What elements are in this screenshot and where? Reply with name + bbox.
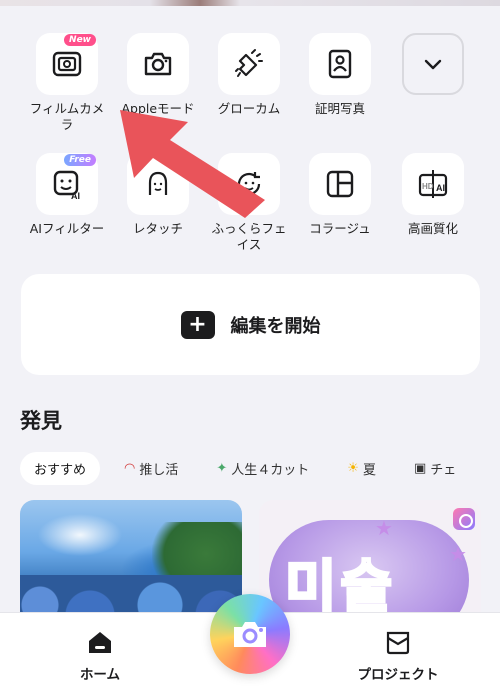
tool-tile: New [36, 33, 98, 95]
chip-label: おすすめ [34, 463, 87, 478]
tool-collage[interactable]: コラージュ [294, 153, 386, 237]
camera-icon [144, 52, 172, 76]
chip-4cut[interactable]: ✦ 人生４カット [202, 452, 323, 485]
new-badge: New [64, 34, 96, 46]
sun-icon: ☀ [347, 461, 359, 476]
tool-tile [127, 153, 189, 215]
top-photo-strip [0, 0, 500, 6]
tool-tile [127, 33, 189, 95]
more-tile [402, 33, 464, 95]
tab-label: プロジェクト [357, 667, 439, 683]
plus-icon: + [180, 310, 215, 339]
retouch-face-icon [148, 171, 168, 195]
star-decoration: ★ [375, 516, 393, 540]
star-decoration: ★ [449, 542, 467, 566]
tool-tile: HD AI [402, 153, 464, 215]
tool-label: フィルムカメラ [29, 101, 105, 132]
start-edit-label: 編集を開始 [230, 315, 321, 337]
chip-label: 夏 [362, 463, 376, 478]
svg-text:AI: AI [71, 191, 80, 201]
category-chips: おすすめ ◠ 推し活 ✦ 人生４カット ☀ 夏 ▣ チェ [20, 452, 470, 485]
more-tools-button[interactable] [387, 33, 479, 95]
film-camera-icon [52, 51, 82, 77]
chip-label: 推し活 [139, 463, 179, 478]
camera-fab-button[interactable] [210, 594, 290, 674]
ai-face-icon: AI [53, 170, 80, 201]
id-photo-icon [328, 49, 352, 79]
tab-home[interactable]: ホーム [40, 629, 160, 683]
collage-icon [326, 170, 354, 198]
template-badge-icon [453, 508, 475, 530]
tool-glowcam[interactable]: グローカム [203, 33, 295, 117]
discover-title: 発見 [20, 409, 62, 433]
tool-label: グローカム [217, 101, 281, 116]
camera-icon: ▣ [413, 461, 427, 476]
hd-ai-icon: HD AI [418, 170, 448, 198]
chip-recommended[interactable]: おすすめ [20, 452, 101, 485]
tool-tile [218, 153, 280, 215]
free-badge: Free [64, 154, 96, 166]
svg-text:HD: HD [422, 182, 434, 191]
template-card-art[interactable]: ★ ★ 미술 [259, 500, 481, 630]
tool-label: 証明写真 [314, 101, 365, 116]
tool-tile [309, 33, 371, 95]
chevron-down-icon [424, 59, 442, 70]
template-card-hydrangea[interactable] [20, 500, 242, 630]
fairy-icon: ✦ [216, 461, 228, 476]
fan-icon: ◠ [124, 461, 136, 476]
svg-text:AI: AI [436, 183, 445, 193]
tool-film-camera[interactable]: New フィルムカメラ [21, 33, 113, 133]
chip-oshikatsu[interactable]: ◠ 推し活 [110, 452, 192, 485]
chip-label: チェ [430, 463, 457, 478]
tool-apple-mode[interactable]: Appleモード [112, 33, 204, 117]
flashlight-icon [235, 49, 263, 77]
camera-icon [234, 622, 266, 647]
tool-label: AIフィルター [29, 221, 105, 236]
tab-label: ホーム [79, 667, 121, 683]
tool-id-photo[interactable]: 証明写真 [294, 33, 386, 117]
tool-plump-face[interactable]: ふっくらフェイス [203, 153, 295, 253]
tool-label: Appleモード [121, 101, 195, 116]
chip-label: 人生４カット [231, 463, 310, 478]
tool-label: コラージュ [309, 221, 371, 236]
home-icon [89, 632, 111, 653]
tool-label: レタッチ [132, 221, 183, 236]
chip-summer[interactable]: ☀ 夏 [333, 452, 390, 485]
box-icon [386, 631, 410, 655]
tool-tile [218, 33, 280, 95]
tool-ai-filter[interactable]: AI Free AIフィルター [21, 153, 113, 237]
card-hangul-text: 미술 [283, 554, 397, 622]
tool-hd[interactable]: HD AI 高画質化 [387, 153, 479, 237]
tab-projects[interactable]: プロジェクト [338, 629, 458, 683]
tool-tile: AI Free [36, 153, 98, 215]
start-edit-button[interactable]: + 編集を開始 [21, 274, 480, 375]
tool-label: ふっくらフェイス [211, 221, 287, 252]
tool-label: 高画質化 [407, 221, 458, 236]
tool-tile [309, 153, 371, 215]
face-refresh-icon [237, 172, 261, 196]
chip-camera[interactable]: ▣ チェ [400, 452, 470, 485]
tool-retouch[interactable]: レタッチ [112, 153, 204, 237]
